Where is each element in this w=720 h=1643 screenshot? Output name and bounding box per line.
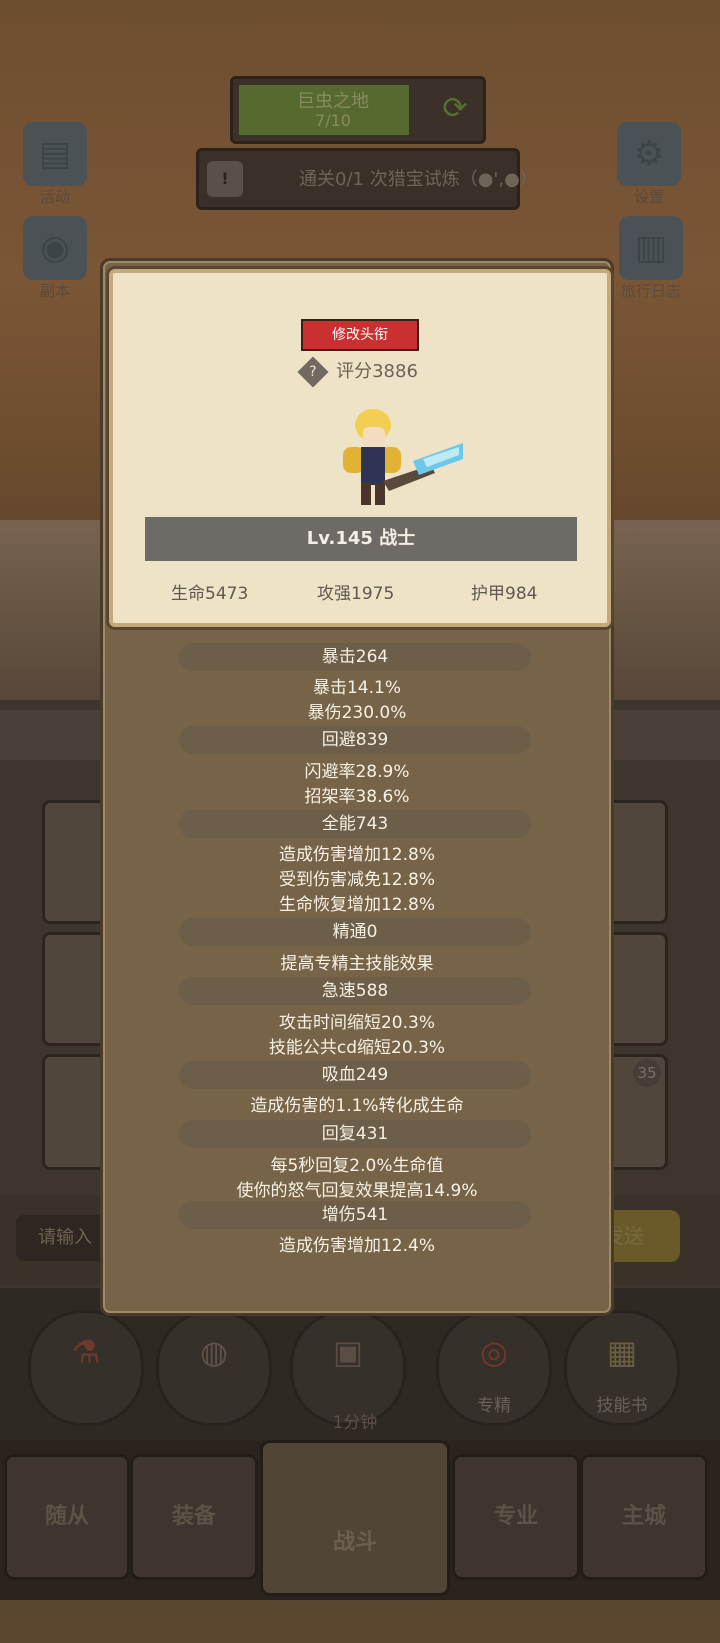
stat-line: 招架率38.6% [304,787,410,807]
warrior-avatar [343,409,463,505]
stat-line: 受到伤害减免12.8% [278,870,435,890]
stat-line: 造成伤害增加12.8% [278,845,435,865]
level-class-banner: Lv.145 战士 [145,517,577,561]
score-text: 评分3886 [336,361,418,382]
armor-stat: 护甲984 [471,584,538,604]
stat-line: 生命恢复增加12.8% [278,895,435,915]
stat-header-mastery: 精通0 [179,918,531,946]
help-icon[interactable]: ? [297,356,329,388]
base-stats-row: 生命5473 攻强1975 护甲984 [113,579,607,604]
stat-header-avoidance: 回避839 [179,726,531,754]
character-header-card: 修改头衔 ? 评分3886 Lv.145 战士 生命5473 攻强1975 护甲9… [109,269,611,627]
stat-line: 使你的怒气回复效果提高14.9% [236,1181,478,1201]
stat-line: 造成伤害增加12.4% [278,1236,435,1256]
score-row: ? 评分3886 [113,356,607,388]
stat-line: 技能公共cd缩短20.3% [268,1038,446,1058]
stat-header-regen: 回复431 [179,1120,531,1148]
stat-line: 提高专精主技能效果 [280,954,434,974]
attack-power-stat: 攻强1975 [317,584,395,604]
stat-line: 闪避率28.9% [304,762,410,782]
stat-header-damage-bonus: 增伤541 [179,1201,531,1229]
stat-line: 暴伤230.0% [307,703,407,723]
stat-line: 暴击14.1% [312,678,401,698]
edit-title-button[interactable]: 修改头衔 [301,319,419,351]
stat-line: 造成伤害的1.1%转化成生命 [250,1096,464,1116]
character-stats-panel: 修改头衔 ? 评分3886 Lv.145 战士 生命5473 攻强1975 护甲9… [100,258,614,1316]
stat-line: 攻击时间缩短20.3% [278,1013,435,1033]
stat-header-versatility: 全能743 [179,810,531,838]
hp-stat: 生命5473 [171,584,249,604]
stat-header-leech: 吸血249 [179,1061,531,1089]
stat-header-crit: 暴击264 [179,643,531,671]
stat-header-haste: 急速588 [179,977,531,1005]
stat-line: 每5秒回复2.0%生命值 [270,1156,444,1176]
